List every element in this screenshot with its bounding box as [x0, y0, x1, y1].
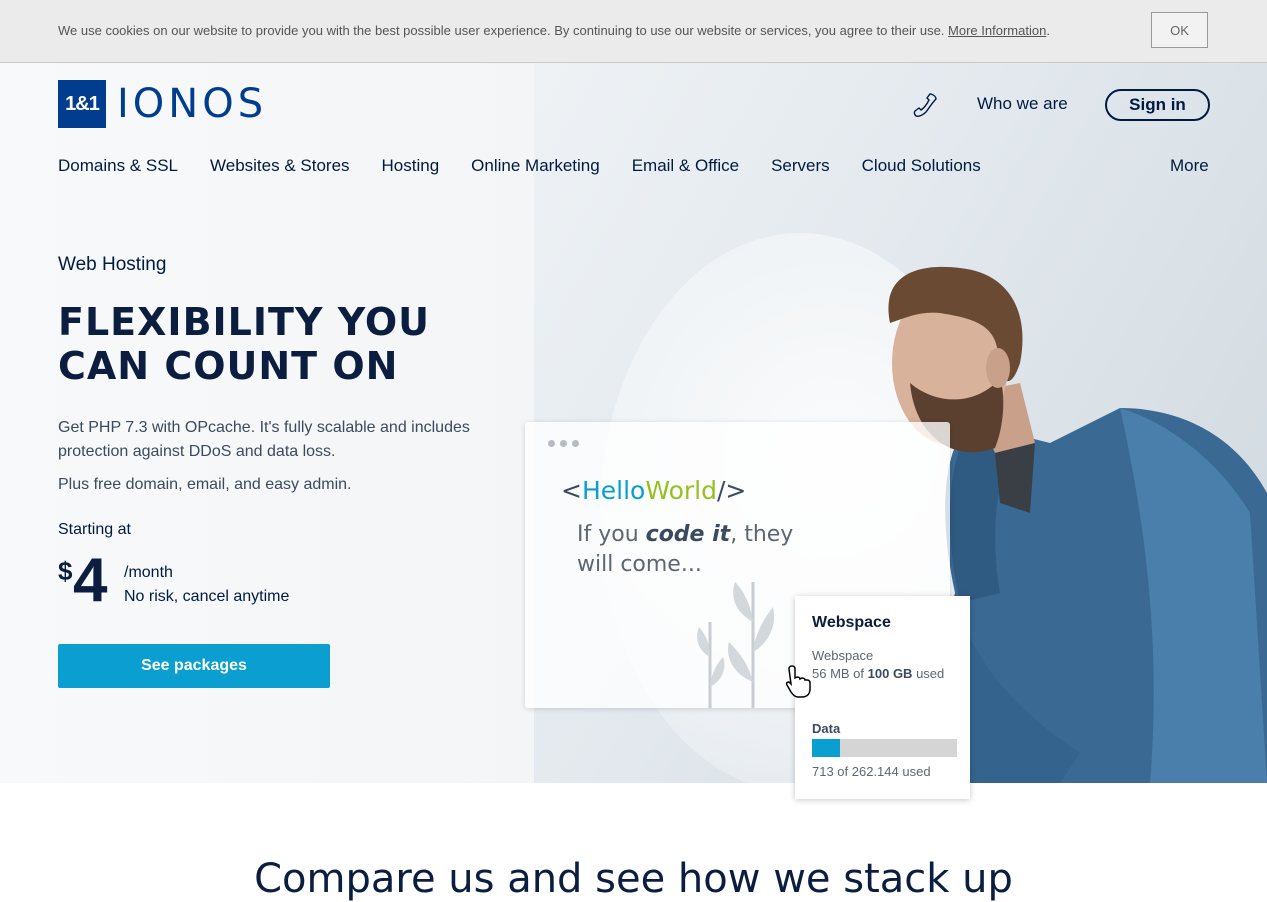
hero-description-2: Plus free domain, email, and easy admin.: [58, 476, 352, 493]
hero-headline: FLEXIBILITY YOU CAN COUNT ON: [58, 300, 431, 388]
price-currency: $: [58, 556, 73, 586]
webspace-usage: 56 MB of 100 GB used: [812, 666, 944, 681]
hero-eyebrow: Web Hosting: [58, 254, 167, 275]
cookie-banner: We use cookies on our website to provide…: [0, 0, 1267, 63]
tagline-bold: code it: [645, 522, 731, 547]
code-hello: Hello: [581, 476, 646, 505]
cookie-ok-button[interactable]: OK: [1151, 12, 1208, 48]
more-information-link[interactable]: More Information: [948, 23, 1046, 38]
nav-item-hosting[interactable]: Hosting: [382, 156, 440, 180]
nav-item-email-office[interactable]: Email & Office: [632, 156, 739, 180]
logo-mark: 1&1: [58, 80, 106, 128]
tagline-pre: If you: [577, 522, 646, 547]
cookie-text: We use cookies on our website to provide…: [58, 23, 1050, 38]
data-progress-bar: [812, 739, 957, 757]
nav-item-websites-stores[interactable]: Websites & Stores: [210, 156, 350, 180]
nav-item-online-marketing[interactable]: Online Marketing: [471, 156, 600, 180]
price-period: /month: [124, 564, 173, 581]
code-snippet: <HelloWorld/>: [561, 476, 746, 505]
webspace-title: Webspace: [812, 614, 891, 631]
starting-at-label: Starting at: [58, 521, 131, 538]
logo-wordmark: IONOS: [117, 81, 268, 127]
who-we-are-link[interactable]: Who we are: [977, 94, 1068, 114]
nav-item-domains-ssl[interactable]: Domains & SSL: [58, 156, 178, 180]
webspace-label: Webspace: [812, 648, 874, 663]
nav-item-servers[interactable]: Servers: [771, 156, 830, 180]
data-used-text: 713 of 262.144 used: [812, 764, 931, 779]
sign-in-button[interactable]: Sign in: [1105, 89, 1210, 121]
price-amount: 4: [73, 546, 108, 615]
cookie-message: We use cookies on our website to provide…: [58, 23, 945, 38]
ionos-logo[interactable]: 1&1 IONOS: [58, 80, 267, 128]
no-risk-text: No risk, cancel anytime: [124, 588, 290, 605]
hand-cursor-icon: [785, 665, 811, 698]
nav-more[interactable]: More: [1170, 156, 1209, 176]
hero-description: Get PHP 7.3 with OPcache. It's fully sca…: [58, 419, 470, 460]
compare-heading: Compare us and see how we stack up: [254, 856, 1013, 902]
code-world: World: [645, 476, 717, 505]
window-dots-icon: [548, 440, 584, 447]
plant-icon: [697, 582, 775, 708]
data-label: Data: [812, 721, 841, 736]
usage-pre: 56 MB of: [812, 666, 868, 681]
code-close: />: [716, 476, 747, 505]
usage-total: 100 GB: [867, 666, 913, 681]
webspace-card: Webspace Webspace 56 MB of 100 GB used D…: [795, 596, 970, 799]
main-nav: Domains & SSL Websites & Stores Hosting …: [58, 156, 1013, 180]
code-open: <: [561, 476, 582, 505]
usage-post: used: [912, 666, 945, 681]
see-packages-button[interactable]: See packages: [58, 644, 330, 688]
phone-icon[interactable]: [912, 92, 938, 118]
data-progress-fill: [812, 739, 840, 757]
nav-item-cloud-solutions[interactable]: Cloud Solutions: [862, 156, 981, 180]
